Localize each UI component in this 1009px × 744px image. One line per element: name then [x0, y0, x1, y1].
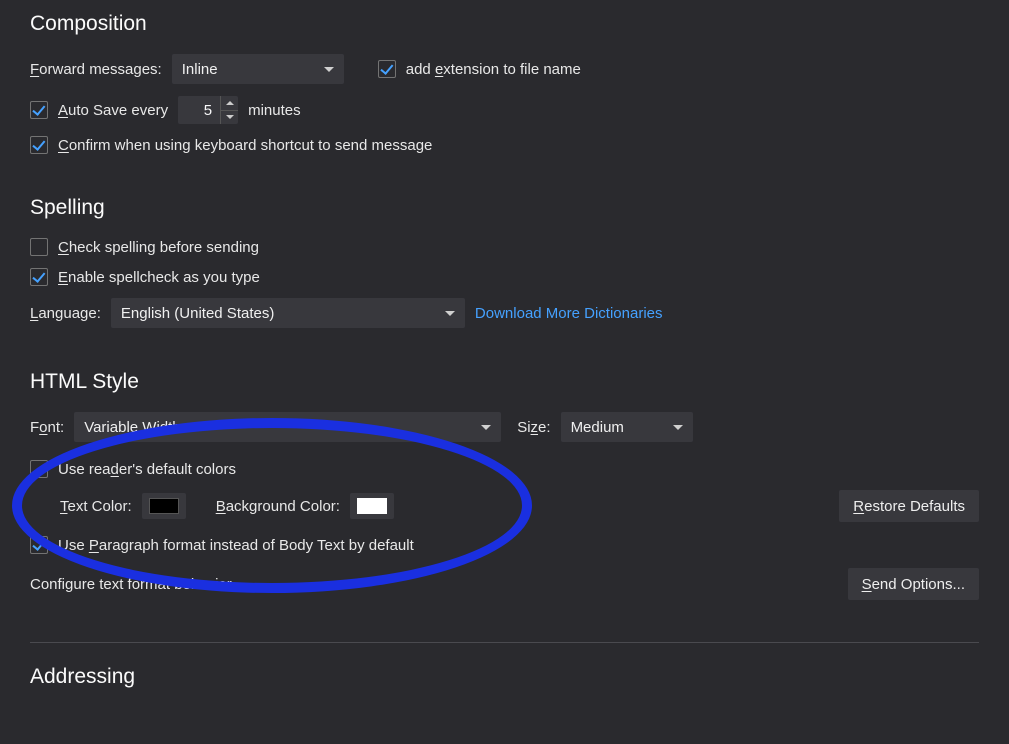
- html-style-section: HTML Style Font: Variable Width Size: Me…: [30, 370, 979, 600]
- add-extension-label: add extension to file name: [406, 61, 581, 78]
- chevron-down-icon: [673, 425, 683, 430]
- configure-format-label: Configure text format behavior: [30, 576, 232, 593]
- autosave-label-pre: Auto Save every: [58, 102, 168, 119]
- paragraph-format-label: Use Paragraph format instead of Body Tex…: [58, 537, 414, 554]
- text-color-label: Text Color:: [60, 498, 132, 515]
- addressing-heading: Addressing: [30, 665, 979, 689]
- autosave-label-post: minutes: [248, 102, 301, 119]
- reader-colors-label: Use reader's default colors: [58, 461, 236, 478]
- chevron-down-icon: [324, 67, 334, 72]
- spelling-heading: Spelling: [30, 196, 979, 220]
- spinner-up-icon[interactable]: [221, 96, 238, 111]
- spinner-down-icon[interactable]: [221, 111, 238, 125]
- reader-colors-checkbox[interactable]: [30, 460, 48, 478]
- add-extension-checkbox[interactable]: [378, 60, 396, 78]
- forward-messages-select[interactable]: Inline: [172, 54, 344, 84]
- restore-defaults-button[interactable]: Restore Defaults: [839, 490, 979, 522]
- chevron-down-icon: [481, 425, 491, 430]
- spelling-section: Spelling Check spelling before sending E…: [30, 196, 979, 328]
- language-select[interactable]: English (United States): [111, 298, 465, 328]
- text-color-swatch[interactable]: [142, 493, 186, 519]
- background-color-label: Background Color:: [216, 498, 340, 515]
- background-color-swatch[interactable]: [350, 493, 394, 519]
- size-label: Size:: [517, 419, 550, 436]
- composition-heading: Composition: [30, 12, 979, 36]
- font-label: Font:: [30, 419, 64, 436]
- section-divider: [30, 642, 979, 643]
- autosave-checkbox[interactable]: [30, 101, 48, 119]
- forward-messages-label: Forward messages:: [30, 61, 162, 78]
- autosave-minutes-spinner[interactable]: 5: [178, 96, 238, 124]
- html-style-heading: HTML Style: [30, 370, 979, 394]
- composition-section: Composition Forward messages: Inline add…: [30, 12, 979, 154]
- enable-spellcheck-checkbox[interactable]: [30, 268, 48, 286]
- confirm-shortcut-label: Confirm when using keyboard shortcut to …: [58, 137, 432, 154]
- download-dictionaries-link[interactable]: Download More Dictionaries: [475, 305, 663, 322]
- check-spelling-label: Check spelling before sending: [58, 239, 259, 256]
- send-options-button[interactable]: Send Options...: [848, 568, 979, 600]
- font-select[interactable]: Variable Width: [74, 412, 501, 442]
- size-select[interactable]: Medium: [561, 412, 693, 442]
- enable-spellcheck-label: Enable spellcheck as you type: [58, 269, 260, 286]
- addressing-section: Addressing: [30, 665, 979, 689]
- language-label: Language:: [30, 305, 101, 322]
- chevron-down-icon: [445, 311, 455, 316]
- paragraph-format-checkbox[interactable]: [30, 536, 48, 554]
- confirm-shortcut-checkbox[interactable]: [30, 136, 48, 154]
- check-spelling-checkbox[interactable]: [30, 238, 48, 256]
